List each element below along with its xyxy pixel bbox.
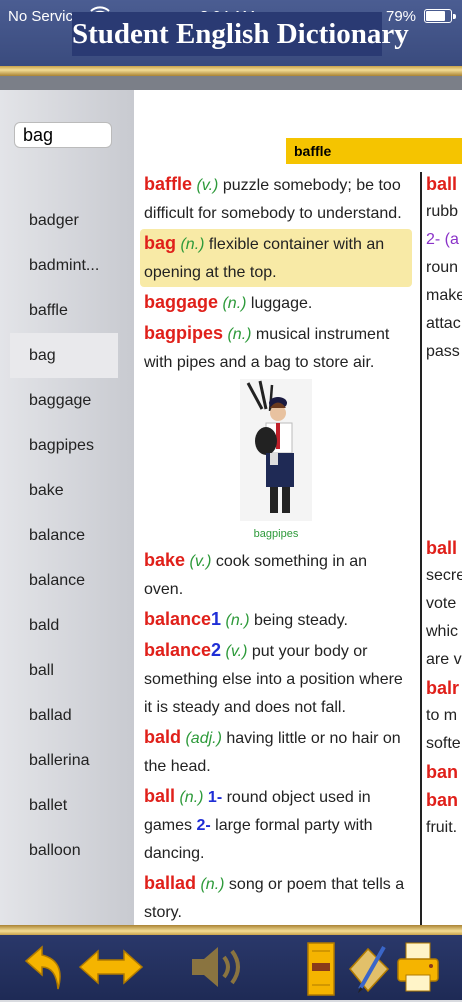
word-list-item[interactable]: balance (10, 558, 118, 603)
app-title: Student English Dictionary (72, 12, 409, 56)
entry-bald[interactable]: bald (adj.) having little or no hair on … (140, 723, 412, 781)
headword: bake (144, 550, 186, 570)
entry-balance-2[interactable]: balance2 (v.) put your body or something… (140, 636, 412, 722)
right-col-line: attac (426, 315, 461, 332)
right-col-line: fruit. (426, 819, 458, 836)
part-of-speech: (n.) (179, 789, 204, 806)
right-col-line: ball (426, 174, 458, 194)
word-list-item[interactable]: ballerina (10, 738, 118, 783)
sense-number: 1 (211, 609, 222, 629)
part-of-speech: (n.) (225, 612, 250, 629)
right-col-line: to m (426, 707, 458, 724)
word-list-item[interactable]: balloon (10, 828, 118, 873)
word-list-item[interactable]: bake (10, 468, 118, 513)
right-col-line: pass (426, 343, 460, 360)
definition: luggage. (246, 295, 313, 312)
headword: ballad (144, 873, 197, 893)
bagpiper-image (240, 379, 312, 521)
right-col-line: are v (426, 651, 462, 668)
entry-ball[interactable]: ball (n.) 1- round object used in games … (140, 782, 412, 868)
word-list-item[interactable]: ballad (10, 693, 118, 738)
headword: baffle (144, 174, 193, 194)
part-of-speech: (v.) (225, 643, 248, 660)
word-list-item[interactable]: baggage (10, 378, 118, 423)
headword: bag (144, 233, 177, 253)
part-of-speech: (v.) (189, 553, 212, 570)
entries-column: baffle (v.) puzzle somebody; be too diff… (140, 170, 412, 925)
part-of-speech: (n.) (180, 236, 205, 253)
part-of-speech: (n.) (222, 295, 247, 312)
word-list-item[interactable]: bagpipes (10, 423, 118, 468)
page-header-word: baffle (286, 138, 462, 164)
headword: baggage (144, 292, 219, 312)
right-col-line: softe (426, 735, 461, 752)
word-list-item[interactable]: badger (10, 198, 118, 243)
top-bar: No Service 8:04 AM 79% Student English D… (0, 0, 462, 66)
part-of-speech: (n.) (227, 326, 252, 343)
sense-number: 2 (211, 640, 222, 660)
battery-icon (424, 9, 456, 23)
entry-bag[interactable]: bag (n.) flexible container with an open… (140, 229, 412, 287)
entry-ballad[interactable]: ballad (n.) song or poem that tells a st… (140, 869, 412, 925)
next-column: ball rubb 2- (a roun make attac pass bal… (426, 170, 462, 842)
entry-bagpipes[interactable]: bagpipes (n.) musical instrument with pi… (140, 319, 412, 377)
right-col-line: ban (426, 790, 459, 810)
sense-number: 2- (196, 817, 211, 834)
entry-bake[interactable]: bake (v.) cook something in an oven. (140, 546, 412, 604)
headword: bagpipes (144, 323, 224, 343)
word-list-item[interactable]: balance (10, 513, 118, 558)
bagpipes-illustration: bagpipes (140, 379, 412, 540)
swap-arrows-icon[interactable] (78, 941, 144, 998)
carrier-label: No Service (8, 8, 82, 25)
header-shadow (0, 76, 462, 90)
word-list-item[interactable]: ball (10, 648, 118, 693)
entry-baffle[interactable]: baffle (v.) puzzle somebody; be too diff… (140, 170, 412, 228)
sense-number: 1- (207, 789, 223, 806)
figure-caption: bagpipes (253, 528, 299, 540)
right-col-line: vote (426, 595, 457, 612)
right-col-line: ball (426, 538, 458, 558)
definition: being steady. (249, 612, 348, 629)
dictionary-page[interactable]: baffle baffle (v.) puzzle somebody; be t… (134, 90, 462, 925)
headword: bald (144, 727, 182, 747)
word-list-item[interactable]: ballet (10, 783, 118, 828)
word-list-item-selected[interactable]: bag (10, 333, 118, 378)
right-col-line: balr (426, 678, 460, 698)
definition: having little or no hair on the head. (144, 730, 401, 775)
part-of-speech: (adj.) (185, 730, 222, 747)
back-arrow-icon[interactable] (22, 941, 70, 998)
entry-balance-1[interactable]: balance1 (n.) being steady. (140, 605, 412, 635)
word-list-item[interactable]: bald (10, 603, 118, 648)
part-of-speech: (n.) (200, 876, 225, 893)
book-icon[interactable] (306, 941, 336, 1002)
right-col-spacer (426, 366, 462, 534)
headword: balance (144, 640, 212, 660)
edit-pen-icon[interactable] (348, 941, 390, 1002)
entry-baggage[interactable]: baggage (n.) luggage. (140, 288, 412, 318)
part-of-speech: (v.) (196, 177, 219, 194)
right-col-line: rubb (426, 203, 459, 220)
right-col-line: ban (426, 762, 459, 782)
column-divider (420, 172, 422, 925)
word-list-item[interactable]: baffle (10, 288, 118, 333)
right-col-line: secre (426, 567, 462, 584)
bottom-toolbar (0, 935, 462, 1000)
header-divider (0, 66, 462, 76)
search-input[interactable] (14, 122, 112, 148)
toolbar-divider (0, 925, 462, 935)
right-col-line: roun (426, 259, 459, 276)
speaker-icon[interactable] (188, 941, 250, 998)
headword: ball (144, 786, 176, 806)
word-list: badger badmint... baffle bag baggage bag… (10, 198, 118, 873)
right-col-line: whic (426, 623, 459, 640)
right-col-line: 2- (a (426, 231, 459, 248)
headword: balance (144, 609, 212, 629)
right-col-line: make (426, 287, 462, 304)
word-list-item[interactable]: badmint... (10, 243, 118, 288)
sidebar: badger badmint... baffle bag baggage bag… (0, 90, 134, 925)
printer-icon[interactable] (396, 941, 440, 1000)
